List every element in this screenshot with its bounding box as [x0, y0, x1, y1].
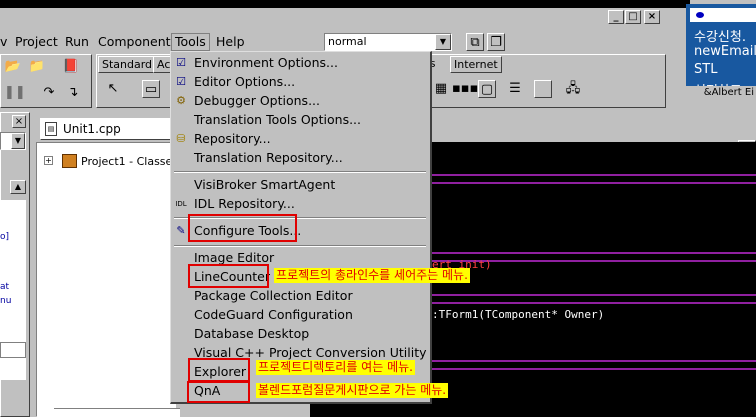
tools-translation-repository[interactable]: Translation Repository...	[194, 149, 343, 167]
tools-editor-options[interactable]: Editor Options...	[194, 73, 295, 91]
save-desktop-icon[interactable]: ⧉	[466, 33, 484, 51]
title-bar	[0, 8, 668, 30]
combo-value: normal	[328, 35, 367, 48]
menu-help[interactable]: Help	[216, 33, 245, 51]
menu-run[interactable]: Run	[65, 33, 89, 51]
info-line: newEmail:	[694, 44, 756, 59]
editor-options-icon: ☑	[176, 75, 186, 88]
file-icon: ▤	[45, 122, 57, 136]
tools-translation-tools-options[interactable]: Translation Tools Options...	[194, 111, 361, 129]
project-icon	[62, 154, 77, 168]
chevron-down-icon[interactable]: ▼	[11, 133, 25, 149]
palette-tab-standard[interactable]: Standard	[98, 56, 157, 73]
info-panel-footer: &Albert Ei	[666, 86, 756, 100]
maximize-button[interactable]: □	[625, 10, 641, 24]
panel-component-icon[interactable]: ▢	[478, 80, 496, 98]
pause-icon[interactable]: ❚❚	[4, 84, 26, 102]
chevron-down-icon[interactable]: ▼	[435, 34, 451, 50]
menu-tools[interactable]: Tools	[171, 33, 210, 51]
idl-icon: IDL	[175, 200, 187, 208]
tree-expand-icon[interactable]: +	[44, 156, 53, 165]
minimize-button[interactable]: _	[608, 10, 624, 24]
trace-into-icon[interactable]: ↴	[64, 84, 82, 102]
code-line: :TForm1(TComponent* Owner)	[432, 308, 605, 321]
class-explorer	[36, 142, 176, 417]
tools-debugger-options[interactable]: Debugger Options...	[194, 92, 320, 110]
open-project-icon[interactable]: 📁	[28, 58, 46, 76]
top-strip	[0, 0, 690, 8]
menu-component[interactable]: Component	[98, 33, 171, 51]
menu-separator	[174, 245, 426, 247]
highlight-qna	[187, 381, 250, 403]
set-debug-desktop-icon[interactable]: ❐	[487, 33, 505, 51]
palette-tab-internet[interactable]: Internet	[450, 56, 502, 73]
note-qna: 볼렌드포럼질문게시판으로 가는 메뉴.	[256, 383, 449, 398]
inspector-field[interactable]	[0, 342, 26, 358]
grid-component-icon[interactable]: ▦	[432, 80, 450, 98]
tools-repository[interactable]: Repository...	[194, 130, 271, 148]
dots-component-icon[interactable]: ▪▪▪	[452, 80, 478, 98]
menu-view-partial[interactable]: v	[0, 33, 7, 51]
pointer-icon[interactable]: ↖	[104, 80, 122, 98]
tools-environment-options[interactable]: Environment Options...	[194, 54, 338, 72]
repository-icon: ⛁	[176, 132, 186, 145]
object-selector[interactable]: ▼	[0, 132, 26, 150]
inspector-fragment: nu	[0, 296, 12, 306]
menu-project[interactable]: Project	[15, 33, 58, 51]
highlight-linecounter	[188, 264, 269, 288]
tools-idl-repository[interactable]: IDL Repository...	[194, 195, 295, 213]
tab-unit1-cpp[interactable]: Unit1.cpp	[40, 118, 172, 140]
blank-component-icon[interactable]	[534, 80, 552, 98]
list-component-icon[interactable]: ☰	[506, 80, 524, 98]
scroll-up-icon[interactable]: ▲	[10, 180, 26, 194]
close-button[interactable]: ×	[644, 10, 660, 24]
tools-database-desktop[interactable]: Database Desktop	[194, 325, 309, 343]
desktop-layout-combo[interactable]: normal ▼	[324, 33, 452, 51]
close-icon[interactable]: ×	[12, 115, 26, 128]
frame-component-icon[interactable]: ▭	[142, 80, 160, 98]
book-icon[interactable]: 📕	[62, 58, 80, 76]
step-over-icon[interactable]: ↷	[40, 84, 58, 102]
note-explorer: 프로젝트디렉토리를 여는 메뉴.	[256, 360, 415, 375]
inspector-fragment: o]	[0, 232, 10, 242]
inspector-fragment: at	[0, 282, 10, 292]
class-explorer-footer	[54, 408, 180, 417]
highlight-explorer	[188, 358, 250, 382]
tree-root-label[interactable]: Project1 - Classes	[81, 155, 178, 168]
configure-tools-icon: ✎	[176, 224, 186, 237]
debugger-options-icon: ⚙	[176, 94, 186, 107]
tools-visibroker-smartagent[interactable]: VisiBroker SmartAgent	[194, 176, 335, 194]
network-component-icon[interactable]: 🖧	[564, 80, 582, 98]
tools-package-collection-editor[interactable]: Package Collection Editor	[194, 287, 353, 305]
info-line: 수강신청.	[694, 30, 746, 45]
info-line: STL	[694, 62, 718, 77]
tools-codeguard-configuration[interactable]: CodeGuard Configuration	[194, 306, 353, 324]
bullet-icon	[696, 12, 704, 18]
note-linecounter: 프로젝트의 총라인수를 세어주는 메뉴.	[274, 268, 470, 283]
environment-options-icon: ☑	[176, 56, 186, 69]
highlight-configure-tools	[188, 214, 297, 242]
menu-separator	[174, 171, 426, 173]
open-folder-icon[interactable]: 📂	[4, 58, 22, 76]
